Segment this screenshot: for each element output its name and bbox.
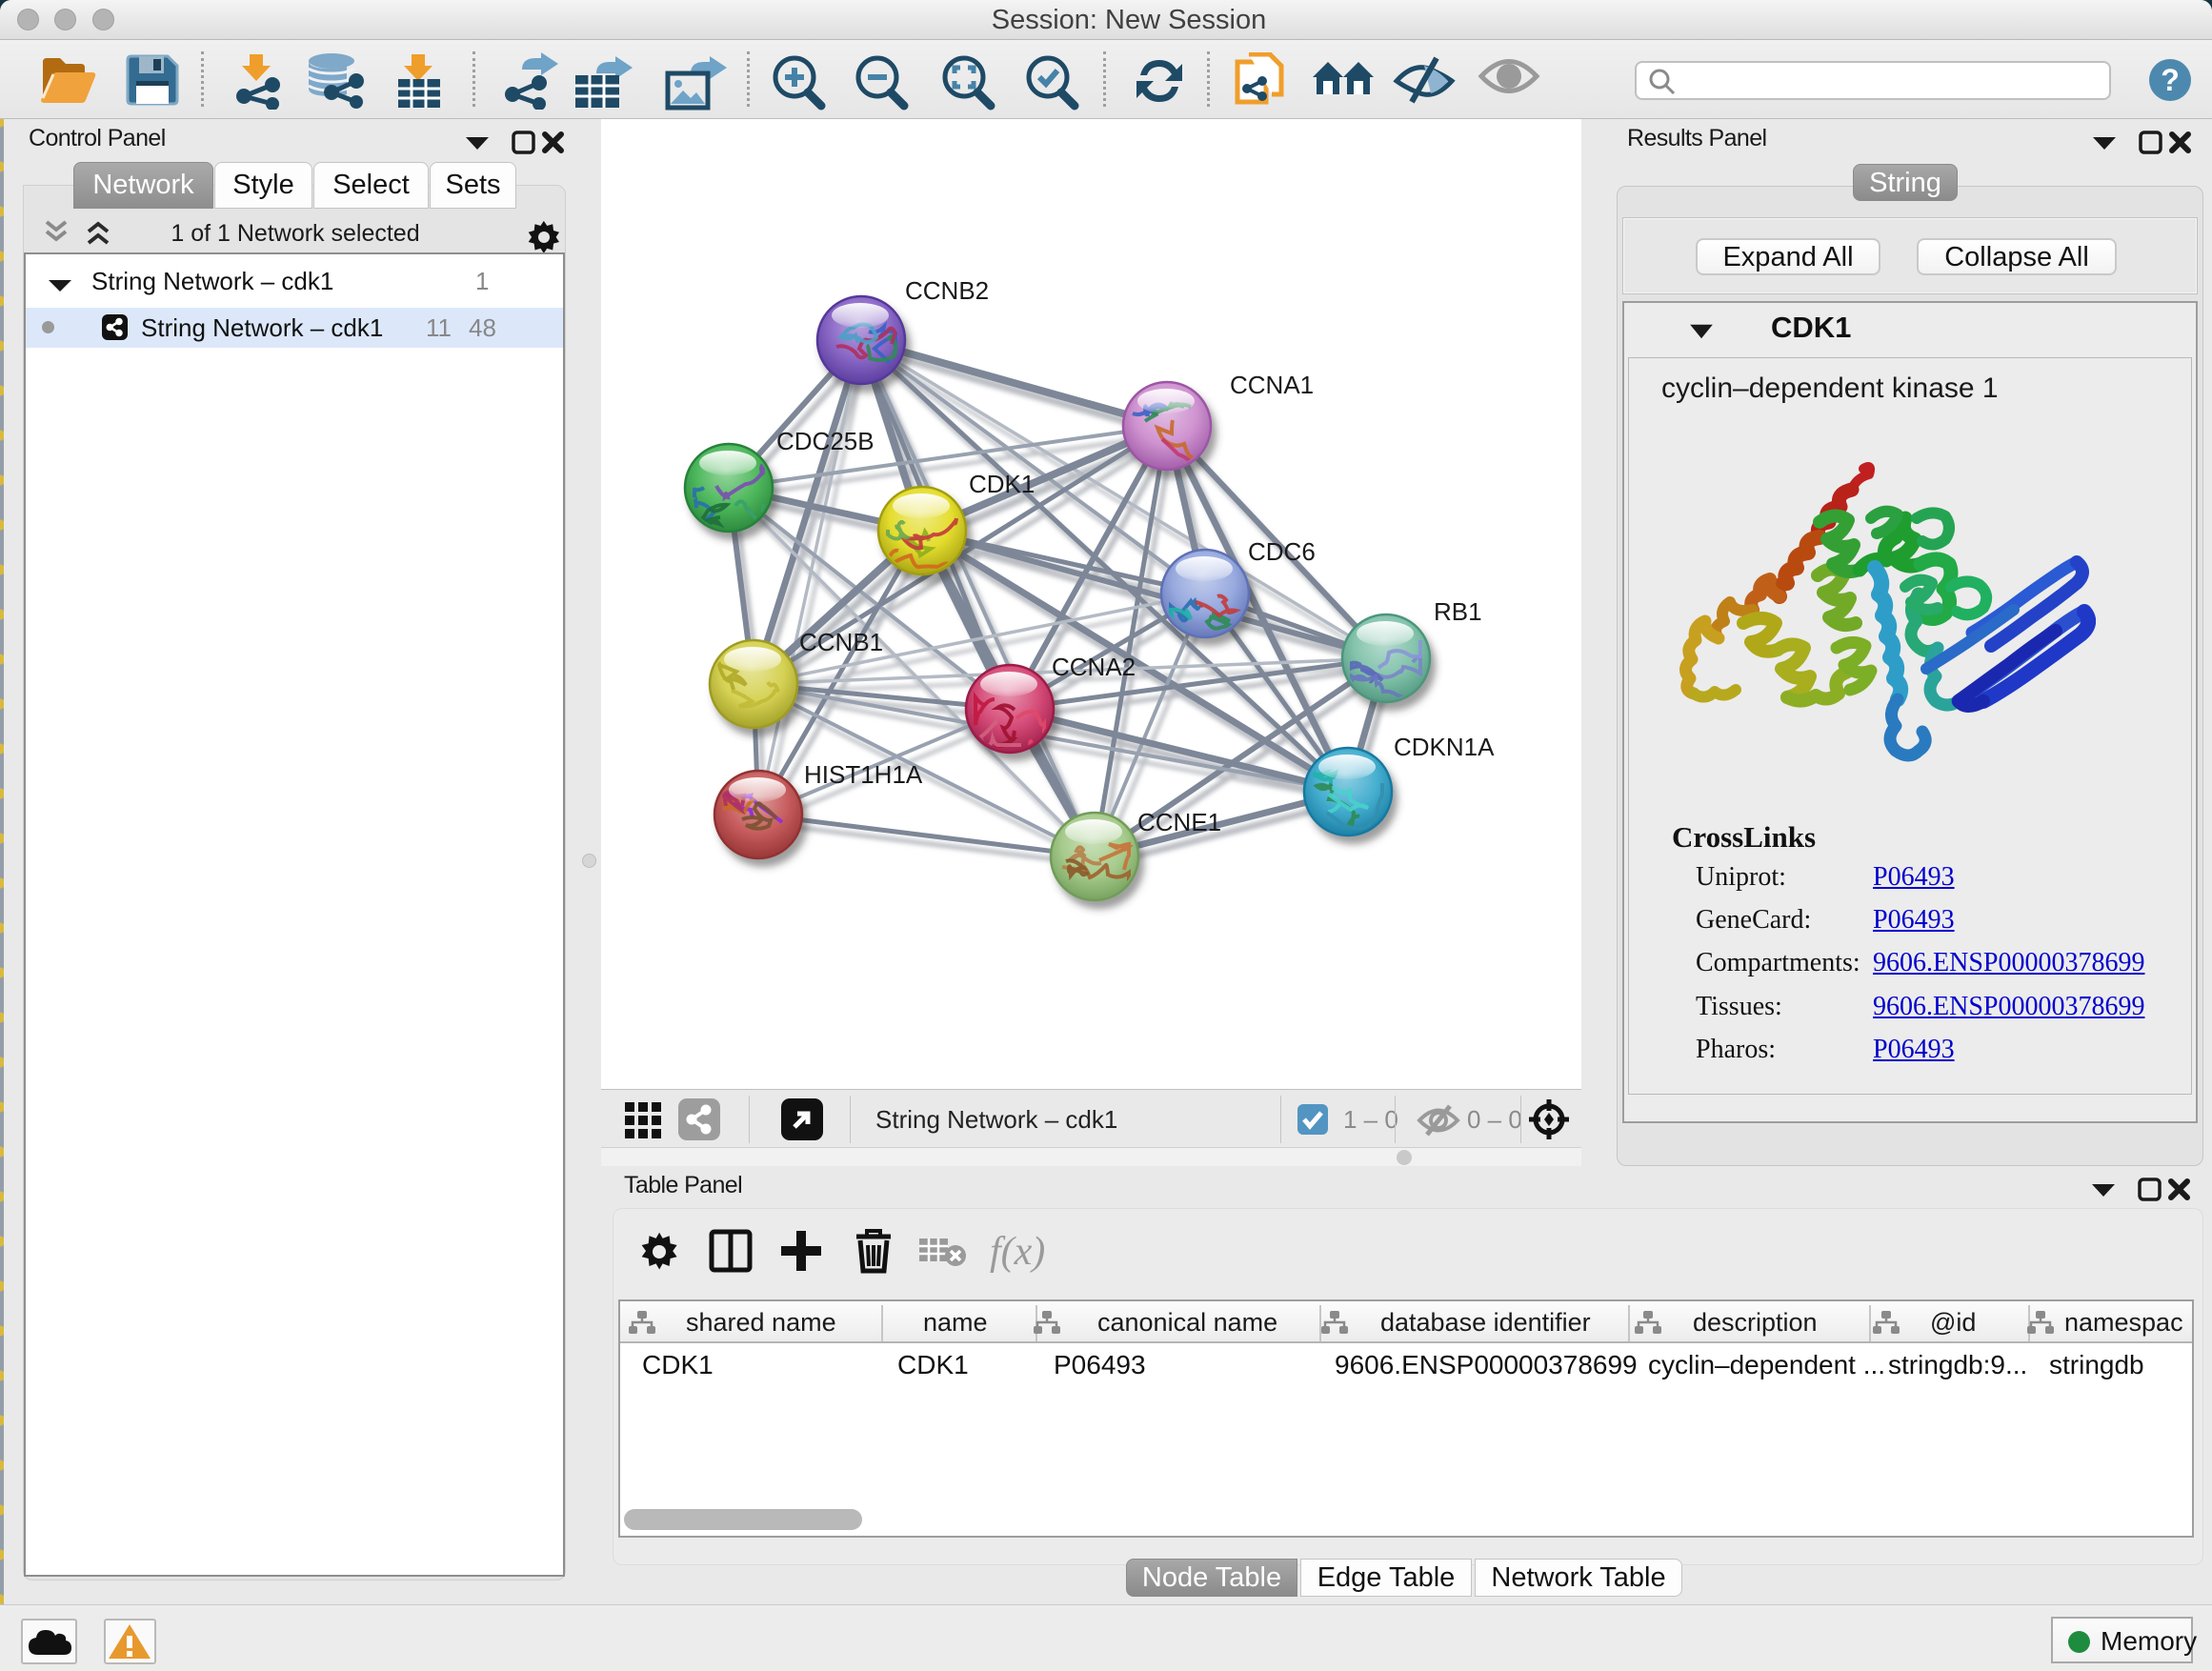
svg-text:CDKN1A: CDKN1A (1394, 733, 1495, 761)
svg-text:?: ? (2161, 63, 2180, 97)
svg-text:CDC25B: CDC25B (776, 427, 875, 455)
svg-text:CDC6: CDC6 (1248, 537, 1316, 566)
svg-text:CCNB2: CCNB2 (905, 276, 989, 305)
svg-text:CCNE1: CCNE1 (1137, 808, 1221, 836)
svg-text:CCNA1: CCNA1 (1230, 371, 1314, 399)
svg-text:CCNB1: CCNB1 (799, 628, 883, 656)
svg-text:CCNA2: CCNA2 (1052, 653, 1136, 681)
svg-text:CDK1: CDK1 (969, 470, 1035, 498)
svg-text:HIST1H1A: HIST1H1A (804, 760, 923, 789)
svg-text:RB1: RB1 (1434, 597, 1482, 626)
